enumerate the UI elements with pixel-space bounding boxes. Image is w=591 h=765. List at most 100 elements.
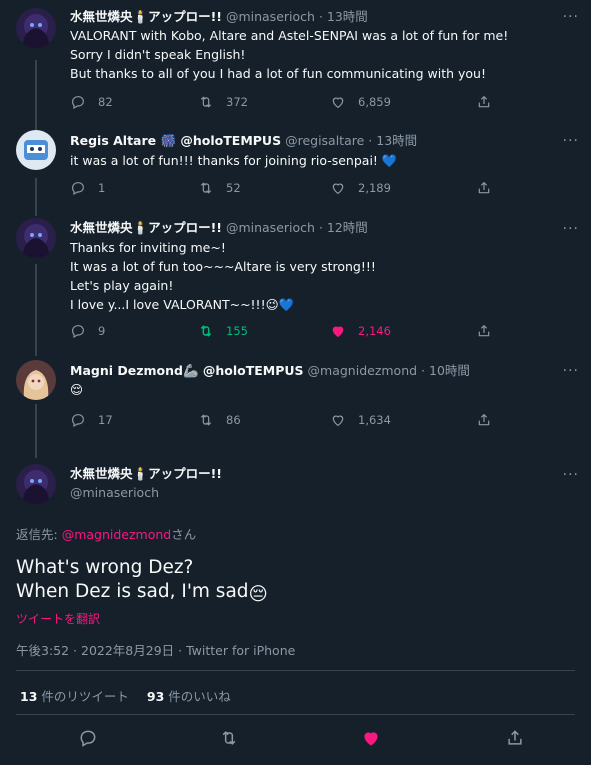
reply-button[interactable]: 9 <box>70 322 105 340</box>
like-icon <box>332 97 344 109</box>
reply-to-prefix: 返信先: <box>16 527 62 542</box>
retweet-button[interactable]: 86 <box>198 411 241 429</box>
tweet-header: Regis Altare 🎆 @holoTEMPUS @regisaltare … <box>70 133 551 149</box>
handle[interactable]: @minaserioch <box>226 220 315 235</box>
avatar[interactable] <box>16 130 56 170</box>
tweet-line: But thanks to all of you I had a lot of … <box>70 66 486 81</box>
reply-to: 返信先: @magnidezmondさん <box>16 524 196 543</box>
handle[interactable]: @magnidezmond <box>308 363 418 378</box>
retweet-icon <box>200 182 212 194</box>
tweet-actions: 1 52 2,189 <box>70 179 500 197</box>
separator: · <box>368 133 373 148</box>
tweet-line: Thanks for inviting me~! <box>70 240 226 255</box>
reply-button[interactable]: 17 <box>70 411 113 429</box>
retweet-icon <box>222 731 236 745</box>
like-button[interactable] <box>361 728 381 748</box>
like-stat[interactable]: 93 件のいいね <box>147 689 231 704</box>
tweet-text: VALORANT with Kobo, Altare and Astel-SEN… <box>70 26 571 83</box>
tweet[interactable]: Regis Altare 🎆 @holoTEMPUS @regisaltare … <box>0 122 591 210</box>
divider <box>16 714 575 715</box>
separator: · <box>421 363 426 378</box>
retweet-count: 372 <box>226 95 248 109</box>
handle[interactable]: @minaserioch <box>70 485 551 501</box>
share-button[interactable] <box>476 322 504 340</box>
like-count: 1,634 <box>358 413 391 427</box>
retweet-icon <box>200 96 212 108</box>
more-icon[interactable]: ··· <box>563 364 579 378</box>
tweet-header: 水無世燐央🕯️アップロー!! @minaserioch <box>70 466 551 501</box>
like-stat-label: 件のいいね <box>164 689 231 704</box>
tweet-text: 😌 <box>70 380 571 399</box>
like-count: 6,859 <box>358 95 391 109</box>
like-button[interactable]: 6,859 <box>330 93 391 111</box>
like-icon <box>332 183 344 195</box>
avatar[interactable] <box>16 218 56 258</box>
timestamp[interactable]: 13時間 <box>376 133 417 148</box>
retweet-button[interactable]: 155 <box>198 322 248 340</box>
retweet-button[interactable]: 52 <box>198 179 241 197</box>
more-icon[interactable]: ··· <box>563 468 579 482</box>
share-button[interactable] <box>476 179 504 197</box>
share-button[interactable] <box>505 728 525 748</box>
share-icon <box>478 95 490 108</box>
more-icon[interactable]: ··· <box>563 134 579 148</box>
avatar[interactable] <box>16 360 56 400</box>
tweet-line: When Dez is sad, I'm sad😔 <box>16 580 268 607</box>
share-button[interactable] <box>476 93 504 111</box>
display-name[interactable]: Regis Altare 🎆 @holoTEMPUS <box>70 133 281 148</box>
retweet-icon <box>200 414 212 426</box>
tweet-stats: 13 件のリツイート 93 件のいいね <box>20 686 231 705</box>
timestamp[interactable]: 13時間 <box>327 9 368 24</box>
tweet-actions: 9 155 2,146 <box>70 322 500 340</box>
retweet-stat[interactable]: 13 件のリツイート <box>20 689 129 704</box>
display-name[interactable]: Magni Dezmond🦾 @holoTEMPUS <box>70 363 304 378</box>
tweet-meta[interactable]: 午後3:52 · 2022年8月29日 · Twitter for iPhone <box>16 640 295 659</box>
tweet-line: What's wrong Dez? <box>16 557 194 578</box>
like-icon <box>364 732 378 746</box>
reply-button[interactable] <box>78 728 98 748</box>
retweet-button[interactable]: 372 <box>198 93 248 111</box>
display-name[interactable]: 水無世燐央🕯️アップロー!! <box>70 466 551 482</box>
display-name[interactable]: 水無世燐央🕯️アップロー!! <box>70 220 222 235</box>
retweet-total: 13 <box>20 689 38 704</box>
display-name[interactable]: 水無世燐央🕯️アップロー!! <box>70 9 222 24</box>
tweet[interactable]: 水無世燐央🕯️アップロー!! @minaserioch · 13時間 ··· V… <box>0 0 591 122</box>
main-tweet: 水無世燐央🕯️アップロー!! @minaserioch ··· <box>0 450 591 765</box>
tweet-line-text: When Dez is sad, I'm sad <box>16 581 249 602</box>
tweet-text: it was a lot of fun!!! thanks for joinin… <box>70 151 571 170</box>
reply-icon <box>80 730 96 747</box>
tweet-line: 😌 <box>70 382 84 397</box>
retweet-count: 52 <box>226 181 241 195</box>
reply-count: 1 <box>98 181 106 195</box>
reply-to-link[interactable]: @magnidezmond <box>62 527 172 542</box>
reply-button[interactable]: 82 <box>70 93 113 111</box>
tweet-header: 水無世燐央🕯️アップロー!! @minaserioch · 12時間 <box>70 220 551 236</box>
separator: · <box>318 220 323 235</box>
retweet-icon <box>200 325 212 337</box>
separator: · <box>318 9 323 24</box>
handle[interactable]: @minaserioch <box>226 9 315 24</box>
tweet[interactable]: Magni Dezmond🦾 @holoTEMPUS @magnidezmond… <box>0 350 591 450</box>
reply-button[interactable]: 1 <box>70 179 105 197</box>
like-button[interactable]: 2,146 <box>330 322 391 340</box>
like-icon <box>332 326 344 338</box>
like-count: 2,146 <box>358 324 391 338</box>
tweet[interactable]: 水無世燐央🕯️アップロー!! @minaserioch · 12時間 ··· T… <box>0 210 591 350</box>
reply-to-suffix: さん <box>171 527 197 542</box>
retweet-button[interactable] <box>219 728 239 748</box>
handle[interactable]: @regisaltare <box>285 133 364 148</box>
translate-link[interactable]: ツイートを翻訳 <box>16 610 100 627</box>
share-button[interactable] <box>476 411 504 429</box>
tweet-header: Magni Dezmond🦾 @holoTEMPUS @magnidezmond… <box>70 363 551 379</box>
avatar[interactable] <box>16 8 56 48</box>
retweet-count: 155 <box>226 324 248 338</box>
avatar[interactable] <box>16 464 56 504</box>
more-icon[interactable]: ··· <box>563 222 579 236</box>
reply-count: 17 <box>98 413 113 427</box>
more-icon[interactable]: ··· <box>563 10 579 24</box>
timestamp[interactable]: 10時間 <box>429 363 470 378</box>
timestamp[interactable]: 12時間 <box>327 220 368 235</box>
like-button[interactable]: 1,634 <box>330 411 391 429</box>
reply-icon <box>72 96 84 110</box>
like-button[interactable]: 2,189 <box>330 179 391 197</box>
